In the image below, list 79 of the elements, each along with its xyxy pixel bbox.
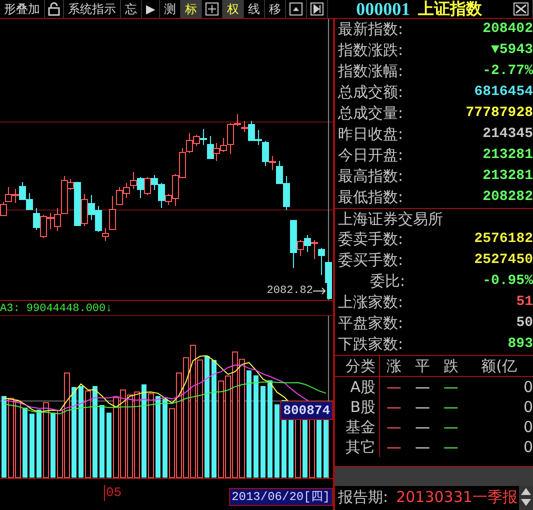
scroll-down-icon[interactable] bbox=[520, 498, 532, 507]
stat-value: ▼5943 bbox=[490, 41, 533, 60]
table-cell: 其它 bbox=[335, 437, 379, 457]
table-cell-text: — bbox=[414, 397, 432, 417]
stat-label: 指数涨幅: bbox=[338, 61, 404, 82]
table-cell: — bbox=[379, 437, 408, 457]
axis-label: 05 bbox=[104, 485, 122, 501]
table-cell-text: — bbox=[414, 417, 432, 437]
table-cell: — bbox=[408, 376, 437, 397]
table-cell-text: — bbox=[442, 437, 460, 457]
stat-value: 50 bbox=[516, 314, 533, 333]
column-header: 分类 bbox=[335, 356, 379, 376]
stat-label: 最高指数: bbox=[338, 166, 404, 187]
volume-bar bbox=[50, 412, 56, 478]
stat-value: 893 bbox=[508, 335, 533, 354]
stat-label: 最低指数: bbox=[338, 187, 404, 208]
column-header: 平 bbox=[408, 356, 437, 376]
stat-value: 77787928 bbox=[466, 104, 533, 123]
table-cell-text: 0 bbox=[522, 437, 533, 457]
report-label: 报告期: bbox=[338, 487, 388, 508]
indicator-value: A3: 99044448.000↓ bbox=[0, 300, 333, 316]
column-header: 额(亿 bbox=[465, 356, 533, 376]
toolbar-button[interactable]: 权 bbox=[223, 0, 244, 18]
stat-value: 2576182 bbox=[474, 230, 533, 249]
table-cell: — bbox=[436, 376, 466, 397]
volume-bar bbox=[22, 408, 28, 478]
stat-label: 总成交量: bbox=[338, 103, 404, 124]
stat-label: 总成交额: bbox=[338, 82, 404, 103]
stat-label: 委比: bbox=[369, 271, 406, 292]
column-header: 跌 bbox=[436, 356, 466, 376]
grid-icon[interactable] bbox=[205, 2, 220, 16]
stat-label: 指数涨跌: bbox=[338, 40, 404, 61]
price-label: 2082.82 bbox=[266, 284, 313, 299]
stat-value: 208282 bbox=[482, 188, 533, 207]
table-cell: — bbox=[379, 376, 408, 397]
volume-bar bbox=[36, 410, 42, 478]
section-title: 上海证券交易所 bbox=[338, 210, 443, 228]
table-cell-text: — bbox=[442, 397, 460, 417]
table-cell: — bbox=[379, 397, 408, 417]
volume-bar bbox=[30, 414, 34, 478]
arrow-icon bbox=[313, 287, 327, 296]
stat-label: 委卖手数: bbox=[338, 229, 404, 250]
volume-bar bbox=[106, 412, 112, 478]
lock-icon[interactable] bbox=[48, 2, 60, 16]
panel-icon[interactable] bbox=[289, 2, 304, 16]
stat-value: 214345 bbox=[482, 125, 533, 144]
stat-value: -0.95% bbox=[482, 272, 533, 291]
table-cell: A股 bbox=[335, 376, 379, 397]
stock-name: 上证指数 bbox=[418, 0, 482, 18]
table-cell: B股 bbox=[335, 397, 379, 417]
stat-label: 今日开盘: bbox=[338, 145, 404, 166]
column-header: 涨 bbox=[379, 356, 408, 376]
table-cell-text: — bbox=[442, 417, 460, 437]
stat-label: 下跌家数: bbox=[338, 334, 404, 355]
stat-label: 最新指数: bbox=[338, 19, 404, 40]
stat-label: 委买手数: bbox=[338, 250, 404, 271]
stat-value: 2527450 bbox=[474, 251, 533, 270]
stat-value: 213281 bbox=[482, 146, 533, 165]
table-cell-text: — bbox=[414, 437, 432, 457]
stat-value: 6816454 bbox=[474, 83, 533, 102]
stat-value: 213281 bbox=[482, 167, 533, 186]
report-value: 20130331一季报 bbox=[396, 487, 518, 508]
table-cell: 0 bbox=[465, 376, 533, 397]
stat-value: -2.77% bbox=[482, 62, 533, 81]
volume-label: 800874 bbox=[280, 401, 333, 420]
table-cell-text: 0 bbox=[522, 417, 533, 437]
stock-code: 000001 bbox=[356, 0, 410, 18]
stat-label: 平盘家数: bbox=[338, 313, 404, 334]
date-label: 2013/06/20[四] bbox=[228, 488, 333, 506]
skip-icon[interactable] bbox=[310, 2, 324, 16]
stat-value: 51 bbox=[516, 293, 533, 312]
close-icon[interactable] bbox=[513, 2, 529, 16]
table-cell: — bbox=[379, 417, 408, 437]
stat-label: 昨日收盘: bbox=[338, 124, 404, 145]
table-cell-text: 0 bbox=[522, 397, 533, 417]
toolbar-button[interactable]: 标 bbox=[181, 0, 202, 18]
stat-value: 208402 bbox=[482, 20, 533, 39]
table-cell: 基金 bbox=[335, 417, 379, 437]
stat-label: 上涨家数: bbox=[338, 292, 404, 313]
